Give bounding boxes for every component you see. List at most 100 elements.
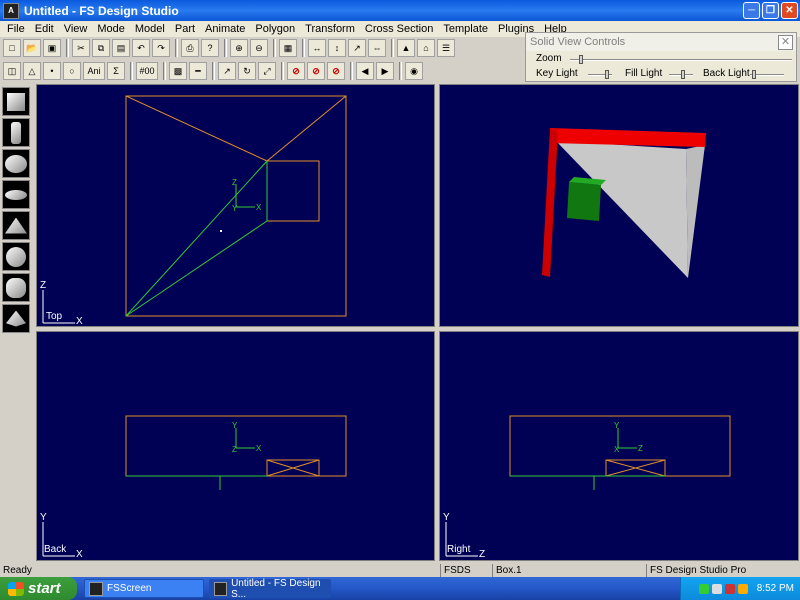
sigma-button[interactable]: Σ <box>107 62 125 80</box>
open-folder-icon[interactable]: 📂 <box>23 39 41 57</box>
menu-mode[interactable]: Mode <box>92 23 130 35</box>
maximize-button[interactable]: ❐ <box>762 2 779 19</box>
zoom-in-icon[interactable]: ⊕ <box>230 39 248 57</box>
gray-panel-side <box>686 145 705 278</box>
new-file-icon[interactable]: □ <box>3 39 21 57</box>
window-icon[interactable]: ◫ <box>3 62 21 80</box>
key-light-slider-thumb[interactable] <box>605 70 609 79</box>
rotate-icon[interactable]: ↻ <box>238 62 256 80</box>
animate-button[interactable]: Ani <box>83 62 105 80</box>
geosphere-primitive-icon[interactable] <box>2 242 30 271</box>
pyramid-primitive-icon[interactable] <box>2 304 30 333</box>
app-icon[interactable]: A <box>3 2 19 19</box>
menu-edit[interactable]: Edit <box>30 23 59 35</box>
gizmo-label: X <box>614 445 620 454</box>
copy-icon[interactable]: ⧉ <box>92 39 110 57</box>
menu-cross-section[interactable]: Cross Section <box>360 23 438 35</box>
fill-light-slider[interactable] <box>669 70 693 79</box>
axis-label-vertical: Z <box>40 280 47 291</box>
binoculars-icon[interactable]: ◉ <box>405 62 423 80</box>
paste-icon[interactable]: ▤ <box>112 39 130 57</box>
back-light-slider-thumb[interactable] <box>751 70 756 79</box>
start-button[interactable]: start <box>0 577 77 600</box>
toolbar-separator <box>281 62 284 80</box>
task-label: Untitled - FS Design S... <box>231 577 321 600</box>
menu-template[interactable]: Template <box>438 23 493 35</box>
key-light-label: Key Light <box>536 68 578 79</box>
system-tray: 8:52 PM <box>680 577 800 600</box>
clock[interactable]: 8:52 PM <box>757 583 794 594</box>
red-bar-vertical <box>542 128 558 277</box>
scale-icon[interactable]: ⤢ <box>258 62 276 80</box>
circle-icon[interactable]: ○ <box>63 62 81 80</box>
help-icon[interactable]: ? <box>201 39 219 57</box>
menu-polygon[interactable]: Polygon <box>250 23 300 35</box>
main-toolbar: □ 📂 ▣ ✂ ⧉ ▤ ↶ ↷ ⎙ ? ⊕ ⊖ ▦ ↔ ↕ ↗ ⇔ ▲ ⌂ ☰ <box>0 37 525 59</box>
undo-icon[interactable]: ↶ <box>132 39 150 57</box>
cylinder-primitive-icon[interactable] <box>2 118 30 147</box>
security-icon[interactable] <box>724 583 735 594</box>
back-light-slider[interactable] <box>750 70 784 79</box>
disc-primitive-icon[interactable] <box>2 180 30 209</box>
back-viewport[interactable]: Y Z X Y Back X <box>36 331 435 561</box>
gizmo-label: Y <box>232 204 238 213</box>
tree-icon[interactable]: ▲ <box>397 39 415 57</box>
scale-xz-icon[interactable]: ⇔ <box>368 39 386 57</box>
lock-x-icon[interactable]: ⊘ <box>287 62 305 80</box>
update-icon[interactable] <box>737 583 748 594</box>
scale-z-icon[interactable]: ↗ <box>348 39 366 57</box>
save-icon[interactable]: ▣ <box>43 39 61 57</box>
task-fsscreen[interactable]: FSScreen <box>84 579 204 598</box>
wire-line <box>125 95 268 162</box>
network-icon[interactable] <box>698 583 709 594</box>
key-light-slider[interactable] <box>588 70 612 79</box>
zoom-out-icon[interactable]: ⊖ <box>250 39 268 57</box>
redo-icon[interactable]: ↷ <box>152 39 170 57</box>
zoom-slider-thumb[interactable] <box>578 55 583 64</box>
solid-viewport[interactable] <box>439 84 799 327</box>
top-viewport[interactable]: Z Y X Z Top X <box>36 84 435 327</box>
right-viewport[interactable]: Y X Z Y Right Z <box>439 331 799 561</box>
wire-line <box>266 95 347 162</box>
number-button[interactable]: #00 <box>136 62 158 80</box>
previous-icon[interactable]: ◀ <box>356 62 374 80</box>
move-icon[interactable]: ↗ <box>218 62 236 80</box>
menu-view[interactable]: View <box>59 23 93 35</box>
select-box-icon[interactable]: ▩ <box>169 62 187 80</box>
sphere-primitive-icon[interactable] <box>2 149 30 178</box>
scale-y-icon[interactable]: ↕ <box>328 39 346 57</box>
grid-icon[interactable]: ▦ <box>279 39 297 57</box>
task-fs-design-studio[interactable]: Untitled - FS Design S... <box>209 577 331 600</box>
menu-file[interactable]: File <box>2 23 30 35</box>
gizmo-label: X <box>256 203 262 212</box>
status-bar: Ready FSDS Model Box.1 FS Design Studio … <box>0 564 800 589</box>
status-product: FS Design Studio Pro <box>646 564 800 577</box>
panel-close-icon[interactable]: ✕ <box>778 35 793 50</box>
close-button[interactable]: ✕ <box>781 2 798 19</box>
menu-part[interactable]: Part <box>170 23 200 35</box>
menu-model[interactable]: Model <box>130 23 170 35</box>
tool-icon[interactable]: ☰ <box>437 39 455 57</box>
next-icon[interactable]: ▶ <box>376 62 394 80</box>
viewport-label: Right <box>447 544 471 555</box>
cube-primitive-icon[interactable] <box>2 87 30 116</box>
point-icon[interactable]: • <box>43 62 61 80</box>
cut-icon[interactable]: ✂ <box>72 39 90 57</box>
fill-light-slider-thumb[interactable] <box>681 70 685 79</box>
axis-label-vertical: Y <box>40 512 47 523</box>
lock-y-icon[interactable]: ⊘ <box>307 62 325 80</box>
menu-transform[interactable]: Transform <box>300 23 360 35</box>
print-icon[interactable]: ⎙ <box>181 39 199 57</box>
scale-x-icon[interactable]: ↔ <box>308 39 326 57</box>
lock-z-icon[interactable]: ⊘ <box>327 62 345 80</box>
home-icon[interactable]: ⌂ <box>417 39 435 57</box>
select-line-icon[interactable]: ━ <box>189 62 207 80</box>
zoom-slider[interactable] <box>570 55 792 64</box>
triangle-icon[interactable]: △ <box>23 62 41 80</box>
minimize-button[interactable]: ─ <box>743 2 760 19</box>
axis-label-horizontal: Z <box>479 549 486 560</box>
volume-icon[interactable] <box>711 583 722 594</box>
faceted-sphere-primitive-icon[interactable] <box>2 273 30 302</box>
menu-animate[interactable]: Animate <box>200 23 250 35</box>
cone-primitive-icon[interactable] <box>2 211 30 240</box>
